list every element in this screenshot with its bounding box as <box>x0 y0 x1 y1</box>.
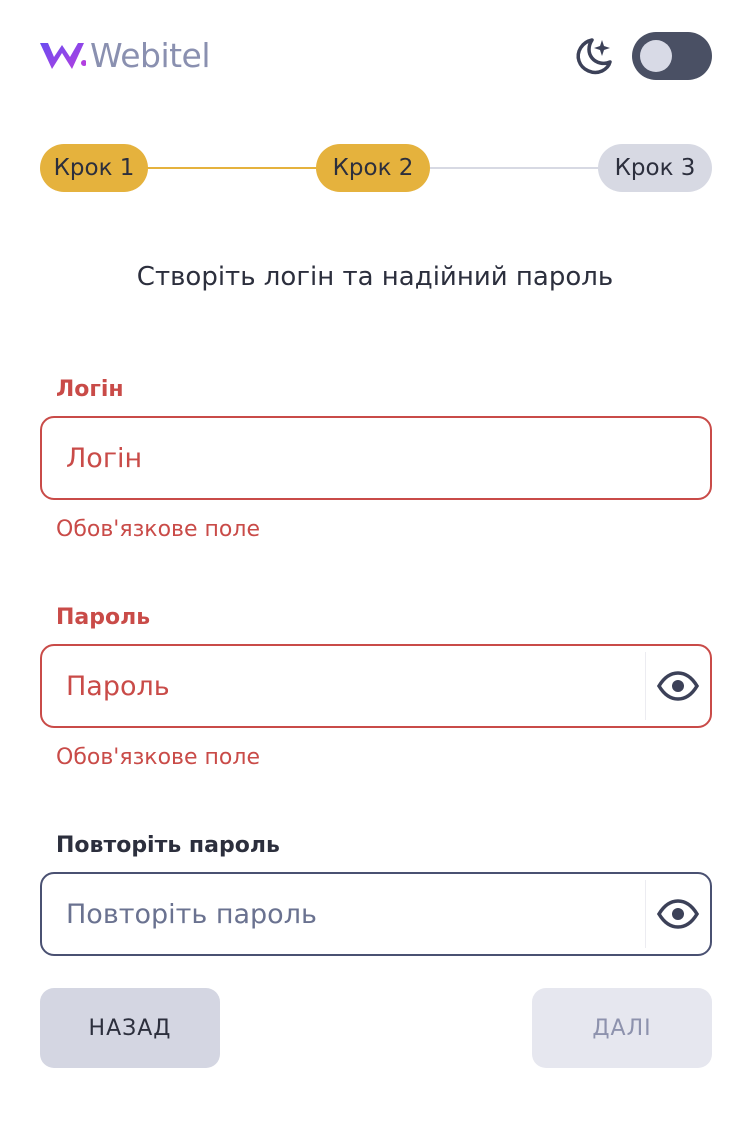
page-title: Створіть логін та надійний пароль <box>136 262 614 292</box>
registration-page: Webitel Крок 1 Крок 2 Крок 3 Створіть ло… <box>0 0 750 1126</box>
repeat-password-input[interactable] <box>42 874 646 954</box>
step-connector-2 <box>430 167 600 169</box>
step-3: Крок 3 <box>598 144 712 192</box>
toggle-knob <box>640 40 672 72</box>
moon-stars-icon <box>570 34 616 78</box>
step-connector-1 <box>146 167 318 169</box>
login-label: Логін <box>56 377 124 402</box>
webitel-logo-icon <box>40 43 86 69</box>
password-input[interactable] <box>42 646 646 726</box>
theme-toggle[interactable] <box>632 32 712 80</box>
repeat-password-label: Повторіть пароль <box>56 833 280 858</box>
eye-icon[interactable] <box>646 874 710 954</box>
back-button[interactable]: НАЗАД <box>40 988 220 1068</box>
step-1: Крок 1 <box>40 144 148 192</box>
password-error: Обов'язкове поле <box>56 745 260 770</box>
login-error: Обов'язкове поле <box>56 517 260 542</box>
webitel-logo[interactable]: Webitel <box>40 34 211 78</box>
eye-icon[interactable] <box>646 646 710 726</box>
next-button[interactable]: ДАЛІ <box>532 988 712 1068</box>
repeat-password-field[interactable] <box>40 872 712 956</box>
step-2: Крок 2 <box>316 144 430 192</box>
login-field[interactable] <box>40 416 712 500</box>
brand-name: Webitel <box>90 36 211 75</box>
password-label: Пароль <box>56 605 151 630</box>
password-field[interactable] <box>40 644 712 728</box>
login-input[interactable] <box>42 418 710 498</box>
